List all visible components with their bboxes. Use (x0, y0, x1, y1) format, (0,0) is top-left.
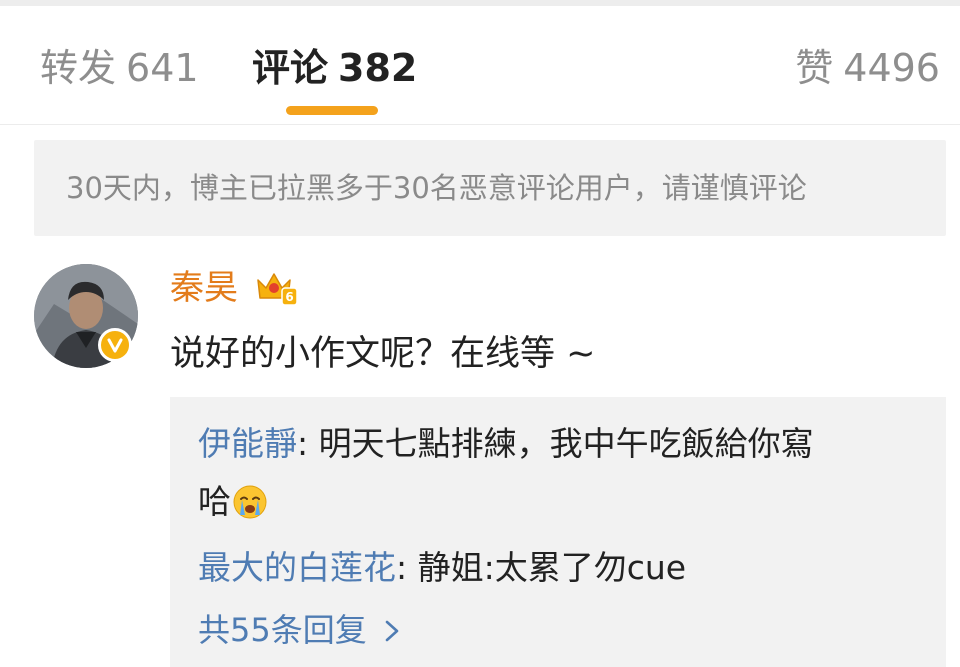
reply-separator: : (297, 424, 319, 463)
active-tab-indicator (286, 106, 378, 115)
reply-author[interactable]: 最大的白莲花 (198, 548, 396, 587)
view-all-replies-link[interactable]: 共55条回复 (198, 605, 401, 655)
top-separator (0, 0, 960, 6)
comments-page: 转发 641 评论 382 赞 4496 30天内，博主已拉黑多于30名恶意评论用户，… (0, 0, 960, 667)
tab-likes-count: 4496 (843, 46, 940, 90)
replies-box: 伊能靜: 明天七點排練，我中午吃飯給你寫 哈 最大的白莲花: 静姐:太累了勿cu… (170, 397, 946, 667)
tab-comments-count: 382 (338, 46, 418, 90)
verified-badge-icon (98, 328, 132, 362)
chevron-right-icon (385, 620, 399, 642)
tabs-divider (0, 124, 960, 125)
reply-item[interactable]: 伊能靜: 明天七點排練，我中午吃飯給你寫 (198, 419, 814, 469)
tab-repost[interactable]: 转发 641 (40, 40, 199, 96)
moderation-notice: 30天内，博主已拉黑多于30名恶意评论用户，请谨慎评论 (34, 140, 946, 236)
reply-author[interactable]: 伊能靜 (198, 424, 297, 463)
reply-item-continued[interactable]: 哈 (198, 477, 267, 527)
tab-comments[interactable]: 评论 382 (252, 40, 417, 96)
svg-text:6: 6 (285, 290, 293, 304)
tab-likes-label: 赞 (795, 46, 834, 90)
tab-likes[interactable]: 赞 4496 (795, 40, 940, 96)
reply-text: 明天七點排練，我中午吃飯給你寫 (318, 424, 814, 463)
tab-repost-label: 转发 (40, 46, 117, 90)
reply-item[interactable]: 最大的白莲花: 静姐:太累了勿cue (198, 543, 686, 593)
moderation-notice-text: 30天内，博主已拉黑多于30名恶意评论用户，请谨慎评论 (66, 171, 807, 205)
reply-text-continued: 哈 (198, 482, 231, 521)
reply-separator: : (396, 548, 418, 587)
reply-text: 静姐:太累了勿cue (417, 548, 687, 587)
crown-level-icon: 6 (257, 273, 298, 306)
tab-comments-label: 评论 (252, 46, 329, 90)
tab-repost-count: 641 (126, 46, 199, 90)
view-all-replies-label: 共55条回复 (198, 611, 367, 649)
crying-face-emoji-icon (233, 485, 267, 519)
comment-text: 说好的小作文呢？在线等 ~ (170, 334, 596, 374)
comment-username[interactable]: 秦昊 (170, 262, 238, 314)
